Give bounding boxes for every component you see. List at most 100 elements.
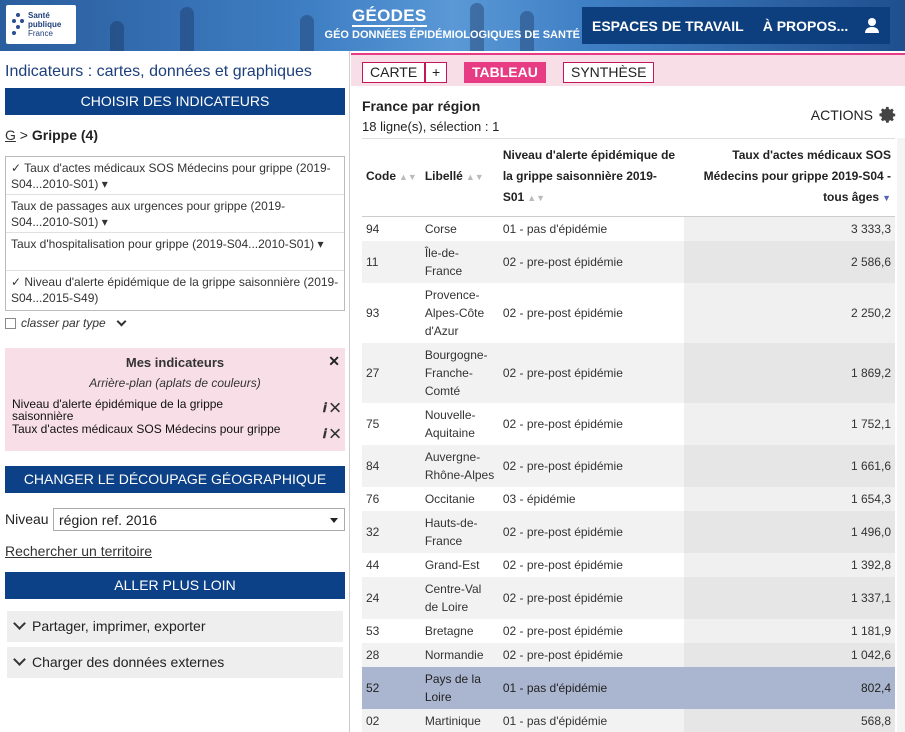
- cell-alert-level: 02 - pre-post épidémie: [502, 416, 623, 431]
- accordion-share[interactable]: Partager, imprimer, exporter: [7, 611, 343, 642]
- top-nav: ESPACES DE TRAVAIL À PROPOS...: [582, 7, 890, 44]
- cell-code: 44: [366, 557, 380, 572]
- cell-rate: 1 869,2: [683, 342, 895, 403]
- table-row[interactable]: 52 Pays de la Loire 01 - pas d'épidémie 802…: [362, 666, 895, 709]
- change-geography-button[interactable]: CHANGER LE DÉCOUPAGE GÉOGRAPHIQUE: [5, 466, 345, 493]
- user-icon[interactable]: [864, 17, 880, 34]
- actions-menu[interactable]: ACTIONS: [811, 106, 897, 124]
- cell-alert-level: 02 - pre-post épidémie: [498, 342, 684, 403]
- cell-code: 94: [366, 221, 380, 236]
- cell-label: Normandie: [420, 642, 499, 667]
- accordion-external-data[interactable]: Charger des données externes: [7, 647, 343, 678]
- cell-code: 53: [366, 623, 380, 638]
- indicator-item[interactable]: Taux de passages aux urgences pour gripp…: [6, 195, 344, 233]
- cell-code: 02: [362, 708, 421, 732]
- cell-alert-level: 02 - pre-post épidémie: [502, 305, 623, 320]
- indicator-item[interactable]: ✓ Niveau d'alerte épidémique de la gripp…: [6, 271, 344, 309]
- table-count: 18 ligne(s), sélection : 1: [362, 119, 500, 134]
- column-header-label[interactable]: Libellé ▲▼: [420, 139, 499, 217]
- view-tabs: CARTE + TABLEAU SYNTHÈSE: [351, 53, 905, 86]
- cell-code: 84: [362, 444, 421, 487]
- table-row[interactable]: 27 Bourgogne-Franche-Comté 02 - pre-post é…: [362, 342, 895, 403]
- cell-code: 32: [362, 510, 421, 553]
- go-further-button[interactable]: ALLER PLUS LOIN: [5, 572, 345, 599]
- close-icon[interactable]: ✕: [328, 353, 340, 370]
- mes-indicateurs-title: Mes indicateurs: [125, 355, 225, 370]
- cell-label: Auvergne-Rhône-Alpes: [420, 444, 499, 487]
- cell-alert-level: 02 - pre-post épidémie: [498, 642, 684, 667]
- indicator-item[interactable]: ✓ Taux d'actes médicaux SOS Médecins pou…: [6, 157, 344, 195]
- cell-code: 27: [362, 342, 421, 403]
- cell-rate: 1 654,3: [683, 486, 895, 511]
- nav-workspaces[interactable]: ESPACES DE TRAVAIL: [592, 18, 744, 34]
- column-header-rate[interactable]: Taux d'actes médicaux SOS Médecins pour …: [683, 139, 895, 217]
- table-row[interactable]: 02 Martinique 01 - pas d'épidémie 568,8: [362, 708, 895, 732]
- cell-rate: 1 181,9: [683, 618, 895, 643]
- table-row[interactable]: 11 Île-de-France 02 - pre-post épidémie 2 5…: [362, 240, 895, 283]
- add-map-button[interactable]: +: [425, 62, 448, 83]
- table-row[interactable]: 44 Grand-Est 02 - pre-post épidémie 1 392,8: [362, 552, 895, 577]
- table-row[interactable]: 32 Hauts-de-France 02 - pre-post épidémie 1…: [362, 510, 895, 553]
- cell-alert-level: 03 - épidémie: [502, 491, 576, 506]
- sort-icon: ▲▼: [399, 172, 417, 183]
- table-scrollbar[interactable]: [897, 138, 905, 732]
- cell-rate: 1 661,6: [683, 444, 895, 487]
- background-layer-label: Arrière-plan (aplats de couleurs): [89, 376, 261, 390]
- cell-label: Martinique: [420, 708, 499, 732]
- table-row[interactable]: 75 Nouvelle-Aquitaine 02 - pre-post épidém…: [362, 402, 895, 445]
- tab-tableau[interactable]: TABLEAU: [464, 62, 546, 83]
- chevron-down-icon[interactable]: [116, 316, 127, 327]
- table-row[interactable]: 84 Auvergne-Rhône-Alpes 02 - pre-post épid…: [362, 444, 895, 487]
- table-row[interactable]: 93 Provence-Alpes-Côte d'Azur 02 - pre-pos…: [362, 282, 895, 343]
- sort-icon: ▲▼: [465, 172, 484, 183]
- cell-label: Pays de la Loire: [420, 666, 499, 709]
- breadcrumb-current: Grippe (4): [31, 127, 98, 143]
- search-territory-link[interactable]: Rechercher un territoire: [5, 543, 152, 559]
- sort-desc-icon: ▼: [882, 193, 891, 204]
- cell-rate: 2 250,2: [683, 282, 895, 343]
- chevron-down-icon: [13, 617, 26, 630]
- tab-carte[interactable]: CARTE: [362, 62, 426, 83]
- cell-alert-level: 02 - pre-post épidémie: [498, 240, 684, 283]
- info-icon[interactable]: 𝒊: [323, 426, 327, 441]
- cell-rate: 1 392,8: [683, 552, 895, 577]
- table-row[interactable]: 94 Corse 01 - pas d'épidémie 3 333,3: [362, 216, 895, 241]
- cell-code: 75: [366, 416, 380, 431]
- chevron-down-icon: [13, 653, 26, 666]
- tab-synthese[interactable]: SYNTHÈSE: [563, 62, 655, 83]
- cell-label: Occitanie: [424, 491, 475, 506]
- cell-alert-level: 02 - pre-post épidémie: [498, 576, 684, 619]
- main-panel: CARTE + TABLEAU SYNTHÈSE France par régi…: [351, 51, 905, 732]
- remove-icon[interactable]: ✕: [330, 400, 340, 415]
- cell-rate: 2 586,6: [683, 240, 895, 283]
- table-body: 94 Corse 01 - pas d'épidémie 3 333,3 11 Île-d…: [362, 216, 895, 732]
- sort-icon: ▲▼: [527, 193, 546, 204]
- column-header-code[interactable]: Code ▲▼: [362, 139, 421, 217]
- cell-rate: 1 496,0: [683, 510, 895, 553]
- cell-rate: 1 337,1: [683, 576, 895, 619]
- logo-text: Santé publique: [28, 11, 62, 29]
- cell-rate: 3 333,3: [683, 216, 895, 241]
- column-header-alert-level[interactable]: Niveau d'alerte épidémique de la grippe …: [498, 139, 684, 217]
- table-row[interactable]: 53 Bretagne 02 - pre-post épidémie 1 181,9: [362, 618, 895, 643]
- nav-about[interactable]: À PROPOS...: [763, 18, 849, 34]
- cell-label: Grand-Est: [424, 557, 480, 572]
- table-row[interactable]: 28 Normandie 02 - pre-post épidémie 1 042,6: [362, 642, 895, 667]
- niveau-select[interactable]: région ref. 2016: [53, 508, 345, 531]
- cell-label: Île-de-France: [420, 240, 499, 283]
- cell-label: Hauts-de-France: [420, 510, 499, 553]
- remove-icon[interactable]: ✕: [330, 426, 340, 441]
- caret-down-icon: [330, 518, 338, 523]
- table-row[interactable]: 24 Centre-Val de Loire 02 - pre-post épidé…: [362, 576, 895, 619]
- cell-alert-level: 02 - pre-post épidémie: [498, 510, 684, 553]
- info-icon[interactable]: 𝒊: [323, 400, 327, 415]
- classer-checkbox[interactable]: [5, 317, 16, 329]
- breadcrumb: G > Grippe (4): [5, 127, 98, 143]
- table-row[interactable]: 76 Occitanie 03 - épidémie 1 654,3: [362, 486, 895, 511]
- indicator-item[interactable]: Taux d'hospitalisation pour grippe (2019…: [6, 233, 344, 271]
- choose-indicators-button[interactable]: CHOISIR DES INDICATEURS: [5, 88, 345, 115]
- data-table: Code ▲▼ Libellé ▲▼ Niveau d'alerte épidémi…: [362, 139, 895, 732]
- breadcrumb-root-link[interactable]: G: [5, 127, 16, 143]
- classer-label: classer par type: [21, 316, 106, 330]
- app-title[interactable]: GÉODES: [352, 7, 427, 27]
